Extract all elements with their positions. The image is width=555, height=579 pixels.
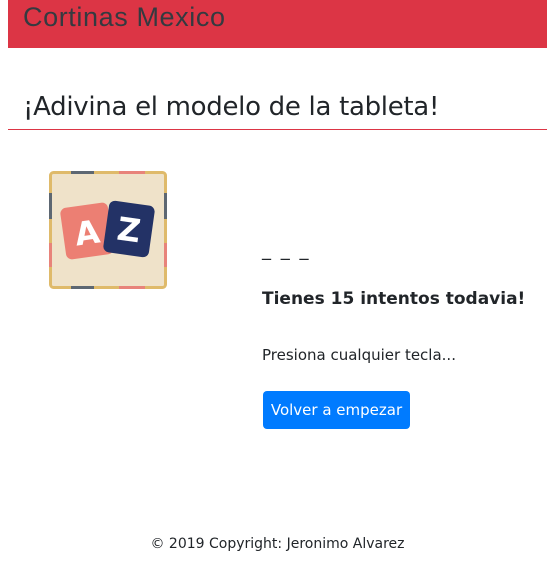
page: Cortinas Mexico ¡Adivina el modelo de la… — [0, 0, 555, 579]
restart-button[interactable]: Volver a empezar — [263, 391, 410, 429]
title-divider — [8, 129, 547, 130]
footer-copyright: © 2019 Copyright: Jeronimo Alvarez — [150, 536, 405, 552]
key-prompt-text: Presiona cualquier tecla... — [262, 346, 456, 364]
attempts-remaining-text: Tienes 15 intentos todavia! — [262, 289, 526, 309]
navbar: Cortinas Mexico — [8, 0, 547, 48]
page-title: ¡Adivina el modelo de la tableta! — [23, 92, 440, 122]
word-blanks: _ _ _ — [262, 240, 311, 261]
az-letters-icon: A Z — [49, 171, 167, 289]
logo-image: A Z — [49, 171, 167, 289]
brand-link[interactable]: Cortinas Mexico — [23, 1, 226, 33]
